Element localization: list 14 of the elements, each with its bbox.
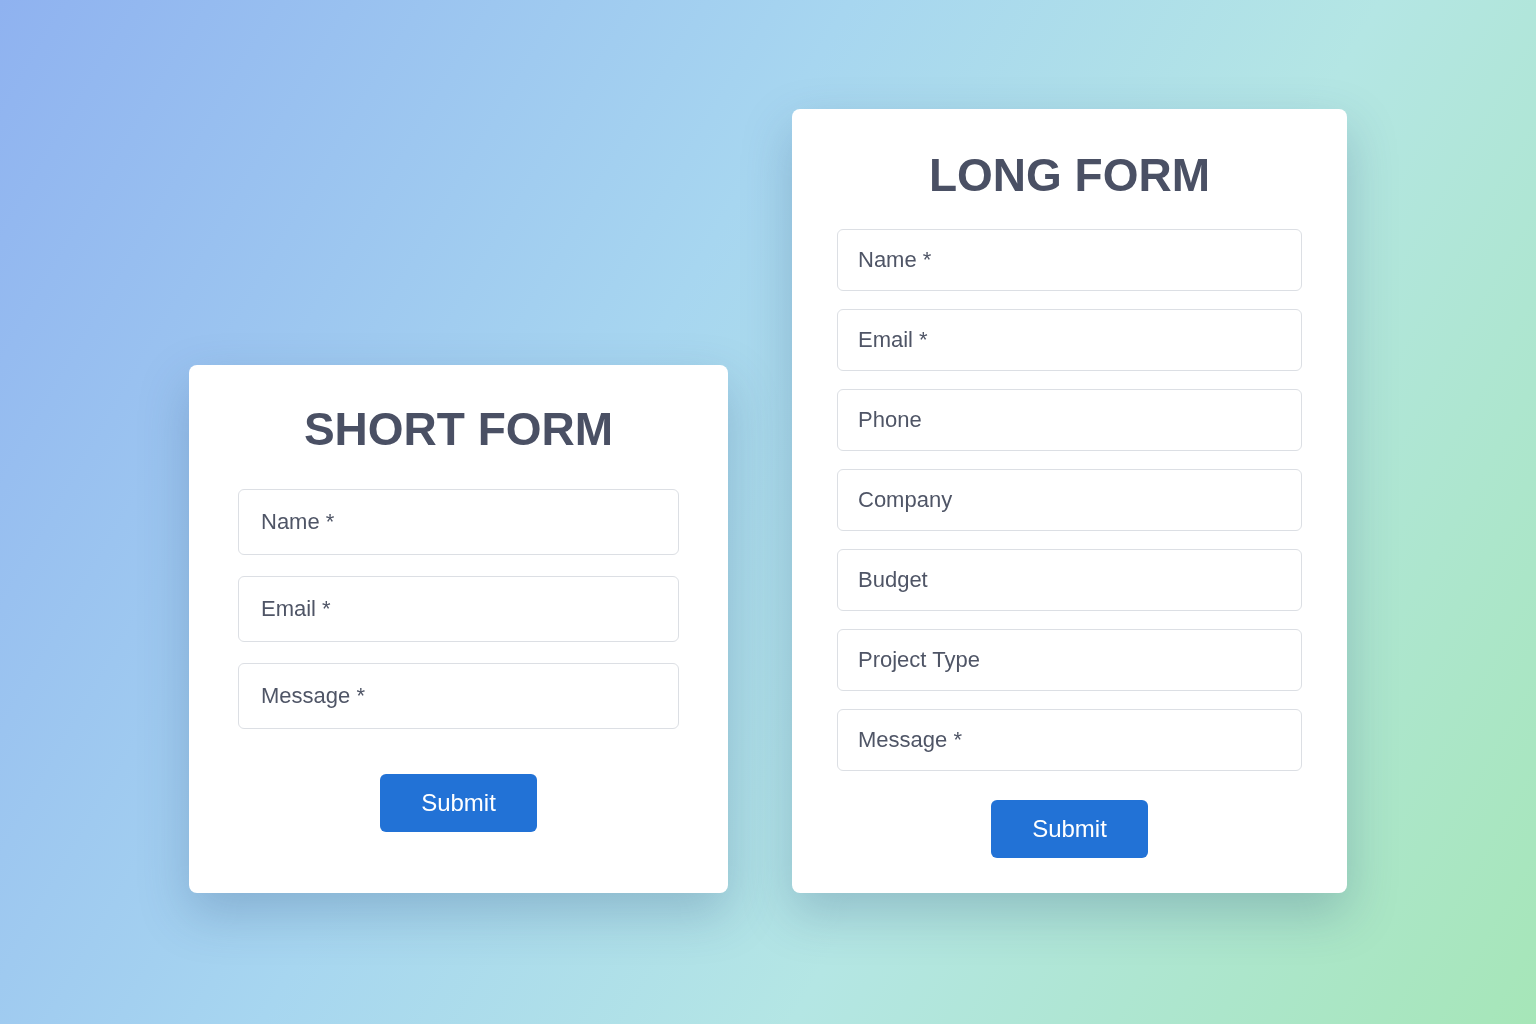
input-field[interactable]: Budget (837, 549, 1302, 611)
input-field[interactable]: Message * (238, 663, 679, 729)
input-field[interactable]: Phone (837, 389, 1302, 451)
input-field[interactable]: Name * (837, 229, 1302, 291)
input-field[interactable]: Name * (238, 489, 679, 555)
input-field[interactable]: Company (837, 469, 1302, 531)
submit-button[interactable]: Submit (380, 774, 537, 832)
form-title: LONG FORM (927, 148, 1212, 203)
form-title: SHORT FORM (302, 402, 615, 457)
input-field[interactable]: Project Type (837, 629, 1302, 691)
input-field[interactable]: Message * (837, 709, 1302, 771)
input-field[interactable]: Email * (238, 576, 679, 642)
submit-button[interactable]: Submit (991, 800, 1148, 858)
input-field[interactable]: Email * (837, 309, 1302, 371)
